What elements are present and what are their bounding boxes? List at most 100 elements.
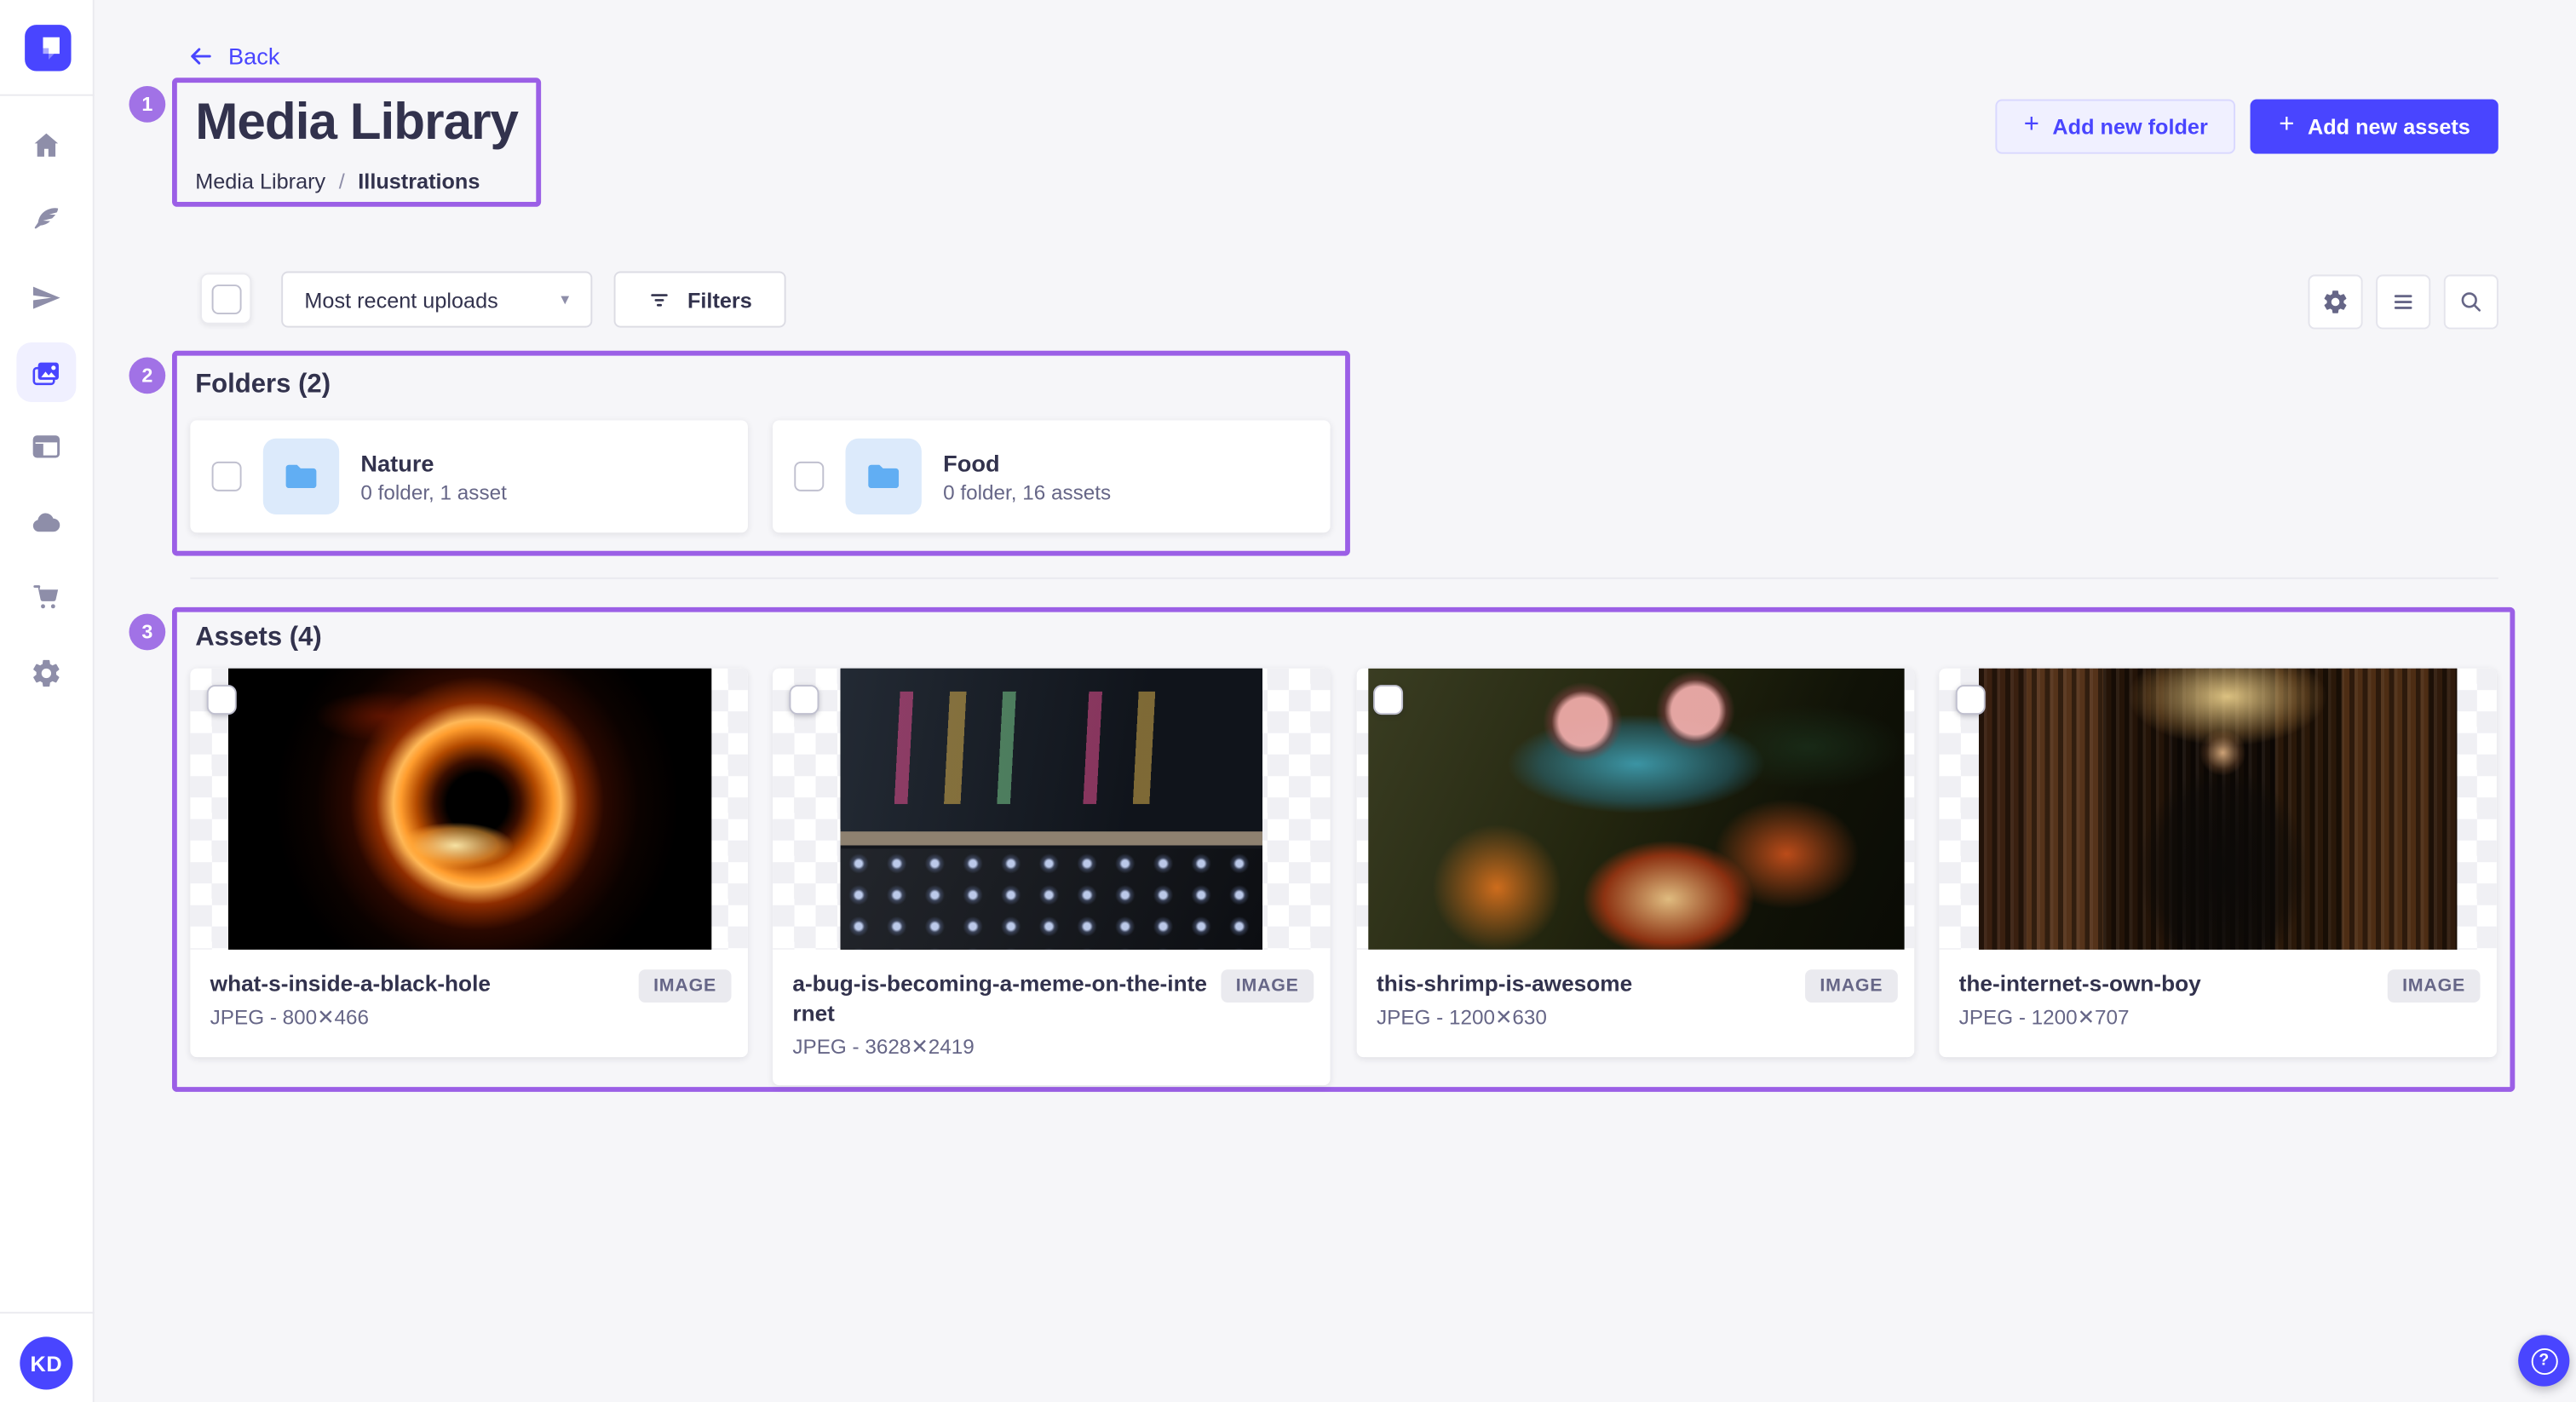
asset-card[interactable]: a-bug-is-becoming-a-meme-on-the-internet…: [773, 669, 1331, 1085]
add-new-assets-button[interactable]: + Add new assets: [2251, 100, 2498, 154]
sidebar-item-home[interactable]: [16, 116, 76, 175]
asset-image-library-boy: [1979, 669, 2457, 950]
chevron-down-icon: ▾: [561, 290, 569, 308]
asset-card[interactable]: this-shrimp-is-awesome JPEG - 1200✕630 I…: [1357, 669, 1915, 1057]
search-button[interactable]: [2444, 274, 2498, 329]
asset-thumbnail: [1939, 669, 2497, 950]
breadcrumb-parent[interactable]: Media Library: [195, 169, 325, 193]
plus-icon: +: [2279, 111, 2294, 141]
sidebar-item-media-library[interactable]: [16, 342, 76, 402]
section-divider: [190, 577, 2498, 579]
sidebar-item-content-manager[interactable]: [16, 190, 76, 250]
asset-image-shrimp: [1367, 669, 1903, 950]
asset-meta: JPEG - 1200✕630: [1377, 1004, 1795, 1029]
strapi-logo[interactable]: [25, 25, 71, 71]
annotation-badge-2: 2: [129, 358, 165, 394]
assets-annotation-box: Assets (4) what-s-inside-a-black-hole JP…: [172, 607, 2515, 1092]
asset-name: the-internet-s-own-boy: [1959, 969, 2378, 999]
help-button[interactable]: ?: [2518, 1335, 2569, 1386]
sidebar-item-deploy[interactable]: [16, 493, 76, 553]
asset-info: this-shrimp-is-awesome JPEG - 1200✕630 I…: [1357, 950, 1915, 1057]
asset-meta: JPEG - 1200✕707: [1959, 1004, 2378, 1029]
annotation-badge-3: 3: [129, 614, 165, 651]
asset-type-badge: IMAGE: [1221, 969, 1314, 1003]
asset-meta: JPEG - 800✕466: [210, 1004, 629, 1029]
folders-heading: Folders (2): [195, 371, 331, 400]
asset-checkbox[interactable]: [789, 685, 819, 715]
breadcrumb-current: Illustrations: [358, 169, 480, 193]
page-title: Media Library: [195, 93, 518, 152]
sidebar-item-settings[interactable]: [16, 644, 76, 704]
asset-name: what-s-inside-a-black-hole: [210, 969, 629, 999]
folders-annotation-box: Folders (2) Nature 0 folder, 1 asset F: [172, 351, 1350, 556]
sidebar-divider: [0, 95, 95, 96]
select-all-checkbox-button[interactable]: [200, 273, 251, 324]
grid-settings-button[interactable]: [2309, 274, 2363, 329]
cloud-icon: [30, 506, 63, 539]
add-new-folder-button[interactable]: + Add new folder: [1996, 100, 2236, 154]
folder-tile: [263, 439, 339, 514]
sidebar-item-marketplace[interactable]: [16, 567, 76, 627]
asset-type-badge: IMAGE: [639, 969, 732, 1003]
folder-card-nature[interactable]: Nature 0 folder, 1 asset: [190, 420, 748, 532]
assets-heading: Assets (4): [195, 623, 322, 653]
question-mark-icon: ?: [2531, 1347, 2557, 1374]
annotation-badge-1: 1: [129, 86, 165, 123]
folder-icon: [862, 455, 905, 497]
select-all-checkbox[interactable]: [211, 284, 241, 313]
list-icon: [2389, 288, 2418, 316]
asset-card[interactable]: what-s-inside-a-black-hole JPEG - 800✕46…: [190, 669, 748, 1057]
filters-label: Filters: [687, 287, 752, 312]
folder-icon: [279, 455, 322, 497]
title-annotation-box: Media Library Media Library / Illustrati…: [172, 78, 541, 206]
paper-plane-icon: [30, 281, 63, 314]
folder-meta: 0 folder, 16 assets: [943, 480, 1111, 503]
asset-info: a-bug-is-becoming-a-meme-on-the-internet…: [773, 950, 1331, 1085]
filter-icon: [647, 287, 672, 312]
user-avatar[interactable]: KD: [20, 1336, 72, 1389]
sidebar-item-content-type-builder[interactable]: [16, 417, 76, 476]
folder-checkbox[interactable]: [212, 462, 242, 491]
folder-checkbox[interactable]: [794, 462, 824, 491]
asset-name: this-shrimp-is-awesome: [1377, 969, 1795, 999]
asset-checkbox[interactable]: [1373, 685, 1403, 715]
media-library-icon: [30, 356, 63, 389]
header-actions: + Add new folder + Add new assets: [1996, 100, 2498, 154]
plus-icon: +: [2024, 111, 2039, 141]
asset-checkbox[interactable]: [207, 685, 237, 715]
app-root: KD Back 1 Media Library Media Library / …: [0, 0, 2576, 1402]
gear-icon: [2321, 288, 2349, 316]
sidebar-item-releases[interactable]: [16, 268, 76, 328]
asset-thumbnail: [773, 669, 1331, 950]
sort-select[interactable]: Most recent uploads ▾: [281, 272, 592, 328]
breadcrumb: Media Library / Illustrations: [195, 169, 480, 193]
list-view-button[interactable]: [2376, 274, 2430, 329]
view-options: [2309, 274, 2498, 329]
gear-icon: [30, 657, 63, 690]
search-icon: [2457, 288, 2485, 316]
sidebar-bottom-divider: [0, 1312, 95, 1313]
feather-icon: [30, 204, 63, 237]
sidebar: KD: [0, 0, 95, 1402]
strapi-logo-icon: [25, 25, 71, 71]
home-icon: [30, 129, 63, 162]
asset-info: the-internet-s-own-boy JPEG - 1200✕707 I…: [1939, 950, 2497, 1057]
folder-name: Nature: [360, 449, 506, 475]
asset-card[interactable]: the-internet-s-own-boy JPEG - 1200✕707 I…: [1939, 669, 2497, 1057]
sort-select-value: Most recent uploads: [304, 287, 497, 312]
asset-info: what-s-inside-a-black-hole JPEG - 800✕46…: [190, 950, 748, 1057]
asset-thumbnail: [1357, 669, 1915, 950]
back-link[interactable]: Back: [187, 43, 279, 69]
breadcrumb-separator: /: [339, 169, 345, 193]
cart-icon: [30, 581, 63, 614]
filters-button[interactable]: Filters: [614, 272, 786, 328]
folder-name: Food: [943, 449, 1111, 475]
asset-type-badge: IMAGE: [2388, 969, 2481, 1003]
asset-checkbox[interactable]: [1956, 685, 1986, 715]
folder-meta: 0 folder, 1 asset: [360, 480, 506, 503]
back-label: Back: [228, 43, 279, 69]
layout-icon: [30, 430, 63, 463]
asset-name: a-bug-is-becoming-a-meme-on-the-internet: [792, 969, 1210, 1029]
folder-card-food[interactable]: Food 0 folder, 16 assets: [773, 420, 1331, 532]
folder-texts: Nature 0 folder, 1 asset: [360, 449, 506, 503]
